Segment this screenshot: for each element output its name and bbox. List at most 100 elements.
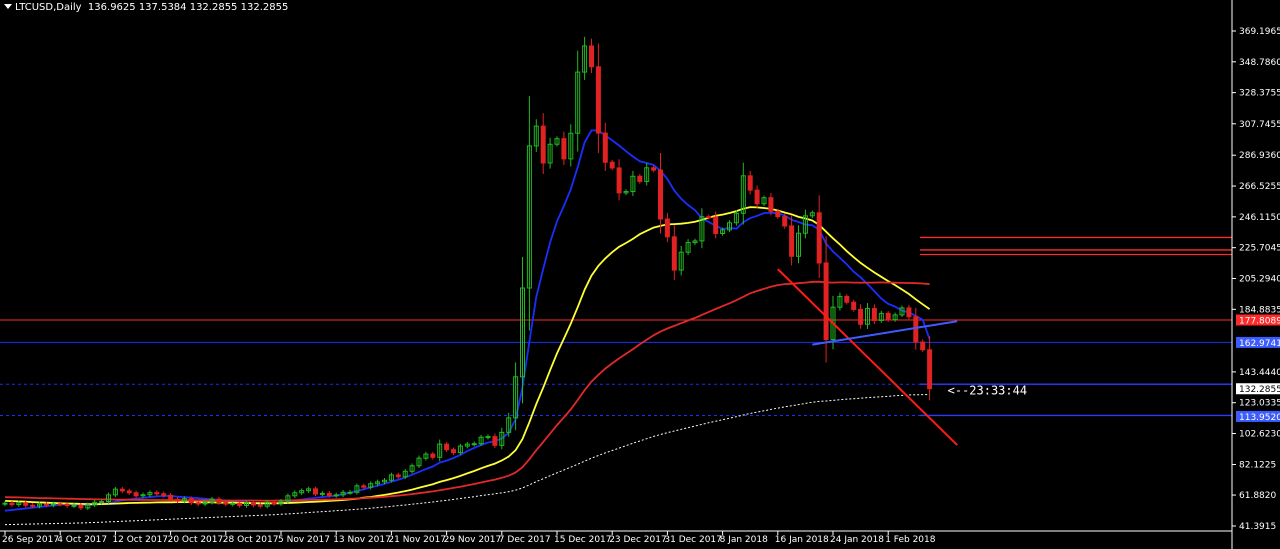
- candle-body: [133, 492, 139, 497]
- candle-body: [602, 132, 608, 163]
- candle-body: [23, 502, 29, 506]
- candle-body: [43, 503, 49, 506]
- candle-body: [844, 295, 850, 303]
- x-tick-label: 12 Oct 2017: [112, 535, 168, 545]
- candle-body: [168, 494, 174, 500]
- candle-body: [561, 138, 567, 160]
- candle-body: [223, 502, 229, 505]
- moving-average-white-dotted: [4, 394, 930, 526]
- candle-body: [271, 501, 277, 505]
- price-tag-label: 113.9520: [1239, 413, 1280, 423]
- candle-body: [175, 498, 180, 502]
- candle-body: [326, 492, 332, 496]
- candle-body: [885, 312, 891, 321]
- candle-body: [126, 490, 132, 494]
- candle-body: [823, 262, 829, 340]
- candle-body: [485, 436, 491, 439]
- x-tick-label: 26 Sep 2017: [2, 535, 59, 545]
- candle-body: [782, 216, 788, 227]
- x-tick-label: 7 Dec 2017: [499, 535, 551, 545]
- x-tick-label: 29 Nov 2017: [444, 535, 502, 545]
- moving-average-blue: [4, 129, 931, 512]
- y-tick-label: 348.7860: [1239, 58, 1280, 68]
- x-tick-label: 5 Nov 2017: [278, 535, 330, 545]
- candle-body: [595, 66, 601, 134]
- candle-body: [347, 491, 353, 494]
- candle-body: [609, 161, 615, 169]
- candle-body: [154, 492, 160, 495]
- candle-body: [71, 504, 77, 507]
- candle-body: [161, 493, 167, 496]
- candle-body: [257, 504, 263, 507]
- candle-body: [851, 301, 857, 310]
- candle-body: [30, 504, 36, 507]
- levels-layer: [0, 236, 1232, 417]
- candle-body: [313, 488, 318, 495]
- candle-body: [589, 45, 594, 68]
- x-tick-label: 21 Nov 2017: [388, 535, 446, 545]
- candle-body: [920, 341, 926, 351]
- candle-body: [99, 501, 105, 504]
- candle-body: [492, 436, 498, 446]
- moving-averages-layer: [4, 129, 931, 526]
- candle-body: [713, 216, 719, 234]
- candle-body: [333, 494, 339, 497]
- candle-body: [927, 349, 933, 390]
- y-tick-label: 225.7045: [1239, 244, 1280, 254]
- y-tick-label: 286.9360: [1239, 151, 1280, 161]
- x-tick-label: 15 Dec 2017: [554, 535, 612, 545]
- candle-body: [754, 189, 760, 205]
- candle-body: [671, 236, 677, 271]
- y-tick-label: 82.1225: [1239, 460, 1276, 470]
- candles-layer: [2, 36, 933, 511]
- candle-body: [664, 218, 670, 238]
- x-tick-label: 28 Oct 2017: [223, 535, 279, 545]
- price-tag-label: 162.9741: [1239, 339, 1280, 349]
- candle-body: [658, 169, 663, 220]
- x-tick-label: 23 Dec 2017: [609, 535, 667, 545]
- candle-body: [906, 307, 912, 318]
- x-tick-label: 8 Jan 2018: [720, 535, 768, 545]
- y-tick-label: 61.8820: [1239, 491, 1276, 501]
- y-tick-label: 123.0335: [1239, 399, 1280, 409]
- price-tag-label: 177.8089: [1239, 317, 1280, 327]
- y-tick-label: 184.8835: [1239, 305, 1280, 315]
- candle-body: [2, 502, 8, 505]
- candle-body: [706, 216, 712, 219]
- candle-body: [216, 498, 222, 504]
- candle-body: [361, 485, 367, 488]
- y-tick-label: 41.3915: [1239, 522, 1276, 532]
- y-tick-label: 328.3755: [1239, 89, 1280, 99]
- candle-body: [858, 308, 864, 325]
- candle-body: [64, 503, 70, 507]
- candle-body: [540, 125, 546, 164]
- x-tick-label: 24 Jan 2018: [830, 535, 884, 545]
- price-chart[interactable]: 369.1965 348.7860 328.3755 307.7455 286.9360…: [0, 0, 1280, 549]
- candle-body: [250, 502, 256, 506]
- candle-body: [78, 504, 84, 509]
- moving-average-red: [4, 280, 930, 502]
- candle-body: [195, 502, 201, 505]
- y-tick-label: 205.2940: [1239, 275, 1280, 285]
- y-tick-label: 246.1150: [1239, 213, 1280, 223]
- x-tick-label: 4 Oct 2017: [57, 535, 107, 545]
- x-tick-label: 20 Oct 2017: [168, 535, 224, 545]
- x-tick-label: 13 Nov 2017: [333, 535, 391, 545]
- y-tick-label: 369.1965: [1239, 27, 1280, 37]
- candle-body: [395, 474, 401, 478]
- candle-body: [616, 167, 622, 194]
- x-tick-label: 16 Jan 2018: [775, 535, 829, 545]
- candle-body: [230, 502, 236, 505]
- candle-body: [871, 308, 877, 321]
- y-tick-label: 143.4440: [1239, 368, 1280, 378]
- candle-body: [430, 453, 436, 458]
- candle-body: [789, 225, 795, 257]
- countdown-timer: <--23:33:44: [948, 384, 1027, 398]
- candle-body: [913, 316, 919, 343]
- candle-body: [747, 175, 753, 191]
- candle-body: [119, 488, 125, 492]
- candle-body: [775, 210, 781, 218]
- candle-body: [637, 175, 643, 182]
- candle-body: [444, 443, 450, 451]
- candle-body: [768, 197, 774, 212]
